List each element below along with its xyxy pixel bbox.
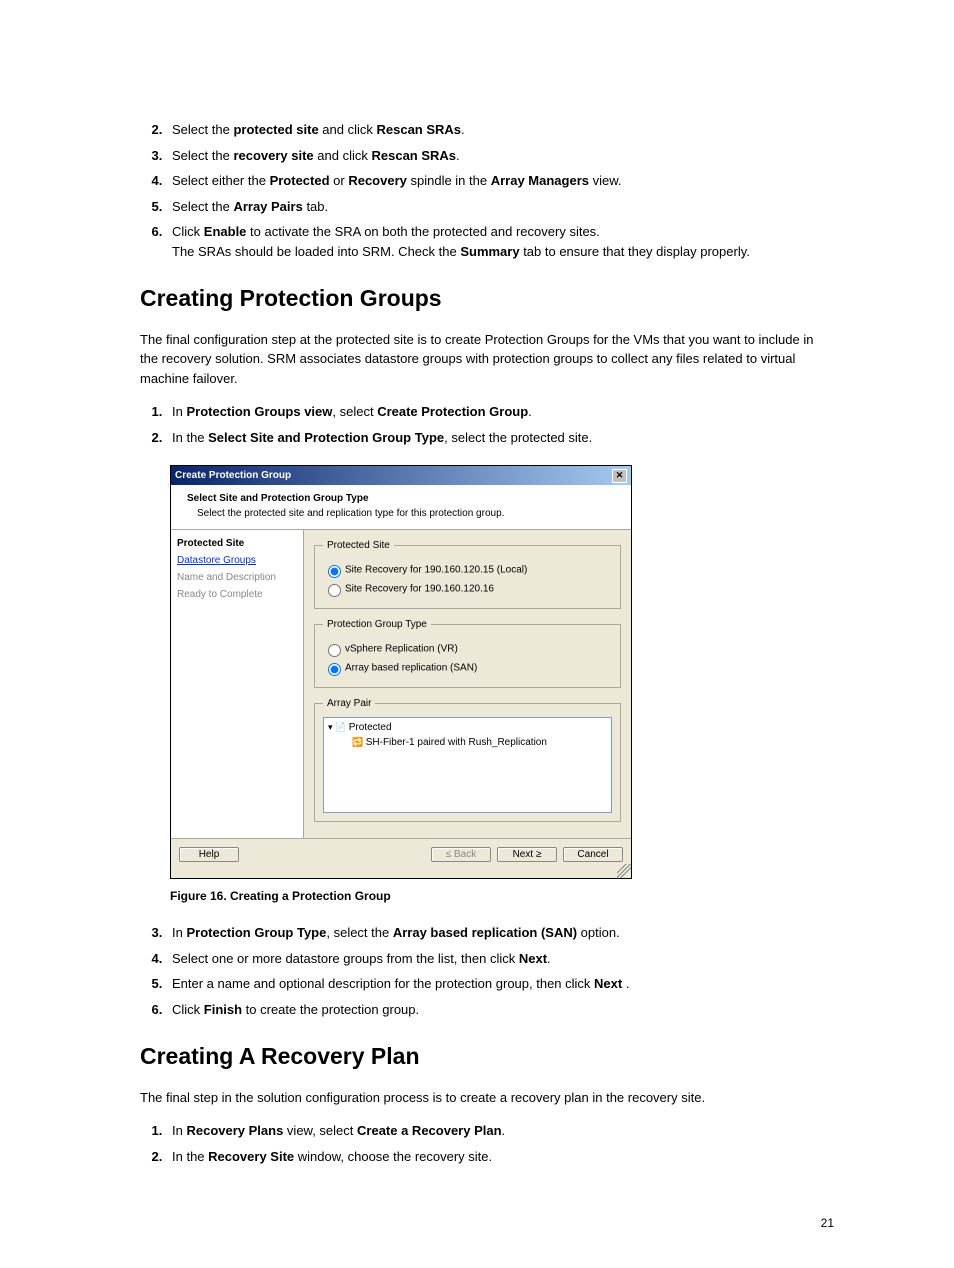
step-prot-b1: In Protection Group Type, select the Arr… <box>166 923 834 943</box>
heading-recovery-plan: Creating A Recovery Plan <box>140 1039 834 1074</box>
dialog-title-text: Create Protection Group <box>175 468 291 483</box>
radio-type-vr[interactable]: vSphere Replication (VR) <box>323 641 612 657</box>
nav-protected-site[interactable]: Protected Site <box>177 536 297 551</box>
steps-recovery: In Recovery Plans view, select Create a … <box>140 1121 834 1166</box>
paragraph-recovery: The final step in the solution configura… <box>140 1088 834 1108</box>
help-button[interactable]: Help <box>179 847 239 862</box>
dialog-title-bar: Create Protection Group ✕ <box>171 466 631 485</box>
paragraph-protection: The final configuration step at the prot… <box>140 330 834 389</box>
step-prot-a2: In the Select Site and Protection Group … <box>166 428 834 448</box>
steps-top: Select the protected site and click Resc… <box>140 120 834 261</box>
fieldset-protected-site: Protected Site Site Recovery for 190.160… <box>314 538 621 609</box>
step-prot-b3: Enter a name and optional description fo… <box>166 974 834 994</box>
dialog-main: Protected Site Site Recovery for 190.160… <box>304 530 631 838</box>
dialog-header: Select Site and Protection Group Type Se… <box>171 485 631 530</box>
dialog-footer: Help ≤ Back Next ≥ Cancel <box>171 838 631 870</box>
legend-protected-site: Protected Site <box>323 538 394 553</box>
cancel-button[interactable]: Cancel <box>563 847 623 862</box>
radio-site-2[interactable]: Site Recovery for 190.160.120.16 <box>323 581 612 597</box>
radio-type-san[interactable]: Array based replication (SAN) <box>323 660 612 676</box>
legend-array-pair: Array Pair <box>323 696 375 711</box>
figure-caption: Figure 16. Creating a Protection Group <box>170 887 834 905</box>
fieldset-group-type: Protection Group Type vSphere Replicatio… <box>314 617 621 688</box>
step-rec-2: In the Recovery Site window, choose the … <box>166 1147 834 1167</box>
next-button[interactable]: Next ≥ <box>497 847 557 862</box>
steps-prot-b: In Protection Group Type, select the Arr… <box>140 923 834 1019</box>
dialog-nav: Protected Site Datastore Groups Name and… <box>171 530 304 838</box>
step-prot-b4: Click Finish to create the protection gr… <box>166 1000 834 1020</box>
step-rec-1: In Recovery Plans view, select Create a … <box>166 1121 834 1141</box>
document-page: Select the protected site and click Resc… <box>0 0 954 1268</box>
array-pair-row-2[interactable]: SH-Fiber-1 paired with Rush_Replication <box>328 735 607 750</box>
resize-grip-icon[interactable] <box>617 864 631 878</box>
dialog-header-sub: Select the protected site and replicatio… <box>187 506 621 521</box>
radio-site-1[interactable]: Site Recovery for 190.160.120.15 (Local) <box>323 562 612 578</box>
step-top-3: Select either the Protected or Recovery … <box>166 171 834 191</box>
steps-prot-a: In Protection Groups view, select Create… <box>140 402 834 447</box>
back-button: ≤ Back <box>431 847 491 862</box>
nav-name-description: Name and Description <box>177 570 297 585</box>
nav-datastore-groups[interactable]: Datastore Groups <box>177 553 297 568</box>
step-top-5: Click Enable to activate the SRA on both… <box>166 222 834 261</box>
array-pair-row-1[interactable]: Protected <box>328 720 607 735</box>
array-pair-list[interactable]: Protected SH-Fiber-1 paired with Rush_Re… <box>323 717 612 813</box>
step-top-2: Select the recovery site and click Resca… <box>166 146 834 166</box>
page-number: 21 <box>821 1214 834 1232</box>
step-top-4: Select the Array Pairs tab. <box>166 197 834 217</box>
legend-group-type: Protection Group Type <box>323 617 431 632</box>
heading-protection-groups: Creating Protection Groups <box>140 281 834 316</box>
nav-ready-complete: Ready to Complete <box>177 587 297 602</box>
close-icon[interactable]: ✕ <box>612 469 627 483</box>
step-prot-b2: Select one or more datastore groups from… <box>166 949 834 969</box>
create-protection-group-dialog: Create Protection Group ✕ Select Site an… <box>170 465 632 879</box>
step-prot-a1: In Protection Groups view, select Create… <box>166 402 834 422</box>
step-top-1: Select the protected site and click Resc… <box>166 120 834 140</box>
dialog-header-title: Select Site and Protection Group Type <box>187 491 621 506</box>
fieldset-array-pair: Array Pair Protected SH-Fiber-1 paired w… <box>314 696 621 822</box>
